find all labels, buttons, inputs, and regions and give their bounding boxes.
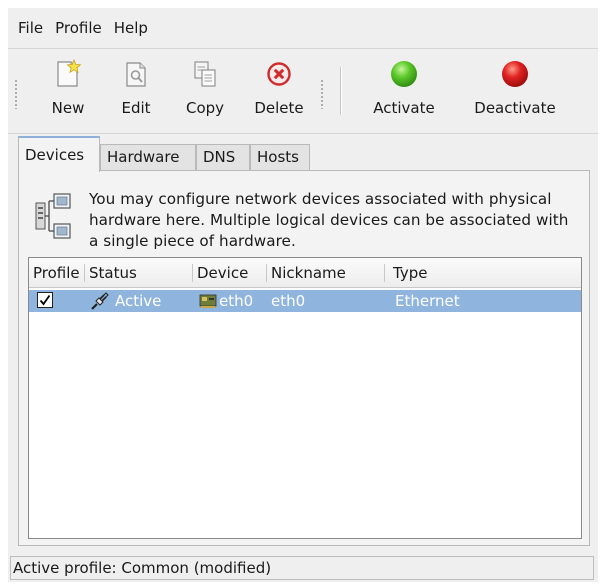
edit-icon (121, 57, 151, 91)
tab-dns[interactable]: DNS (196, 144, 250, 172)
device-value: eth0 (219, 292, 254, 310)
profile-checkbox[interactable] (37, 292, 53, 308)
toolbar-grip[interactable] (14, 79, 18, 109)
checkmark-icon (39, 294, 51, 306)
column-header-device[interactable]: Device (193, 258, 267, 288)
new-file-icon (53, 57, 83, 91)
menu-profile[interactable]: Profile (49, 13, 108, 41)
table-row[interactable]: Active eth0 eth0 Ethernet (29, 290, 581, 312)
edit-button[interactable]: Edit (114, 57, 158, 131)
new-button[interactable]: New (42, 57, 94, 131)
toolbar-grip-2[interactable] (320, 79, 324, 109)
edit-button-label: Edit (121, 99, 151, 117)
ethernet-card-icon (199, 293, 217, 313)
list-header: Profile Status Device Nickname Type (29, 258, 581, 288)
column-header-status[interactable]: Status (85, 258, 193, 288)
info-text: You may configure network devices associ… (89, 190, 569, 250)
copy-button-label: Copy (185, 99, 225, 117)
column-profile-label: Profile (33, 264, 80, 282)
plug-icon (89, 290, 111, 310)
column-header-profile[interactable]: Profile (29, 258, 85, 288)
toolbar-separator (340, 67, 342, 115)
toolbar: New Edit Copy Delete Activate Deactivate (8, 48, 598, 134)
column-type-label: Type (393, 264, 428, 282)
menu-help[interactable]: Help (108, 13, 154, 41)
delete-button[interactable]: Delete (248, 57, 310, 131)
column-nickname-label: Nickname (271, 264, 346, 282)
green-circle-icon (389, 57, 419, 91)
activate-button[interactable]: Activate (366, 57, 442, 131)
type-value: Ethernet (395, 292, 460, 310)
status-value: Active (115, 292, 162, 310)
copy-icon (190, 57, 220, 91)
new-button-label: New (51, 99, 85, 117)
copy-button[interactable]: Copy (180, 57, 230, 131)
delete-button-label: Delete (254, 99, 304, 117)
tab-hosts[interactable]: Hosts (250, 144, 310, 172)
delete-icon (264, 57, 294, 91)
nickname-value: eth0 (271, 292, 306, 310)
devices-panel: You may configure network devices associ… (18, 170, 590, 546)
network-devices-icon (35, 193, 71, 239)
deactivate-button[interactable]: Deactivate (466, 57, 564, 131)
column-header-nickname[interactable]: Nickname (267, 258, 385, 288)
activate-button-label: Activate (373, 99, 435, 117)
deactivate-button-label: Deactivate (474, 99, 556, 117)
devices-list[interactable]: Profile Status Device Nickname Type Acti… (28, 257, 582, 539)
menu-file[interactable]: File (12, 13, 49, 41)
red-circle-icon (500, 57, 530, 91)
status-bar: Active profile: Common (modified) (10, 556, 594, 580)
tab-devices[interactable]: Devices (18, 136, 100, 172)
tab-hardware[interactable]: Hardware (100, 144, 196, 172)
menubar: File Profile Help (8, 8, 598, 46)
column-device-label: Device (197, 264, 249, 282)
network-configuration-window: File Profile Help New Edit Copy Delete A… (8, 8, 598, 582)
column-header-type[interactable]: Type (389, 258, 581, 288)
info-section: You may configure network devices associ… (35, 189, 579, 252)
column-status-label: Status (89, 264, 137, 282)
